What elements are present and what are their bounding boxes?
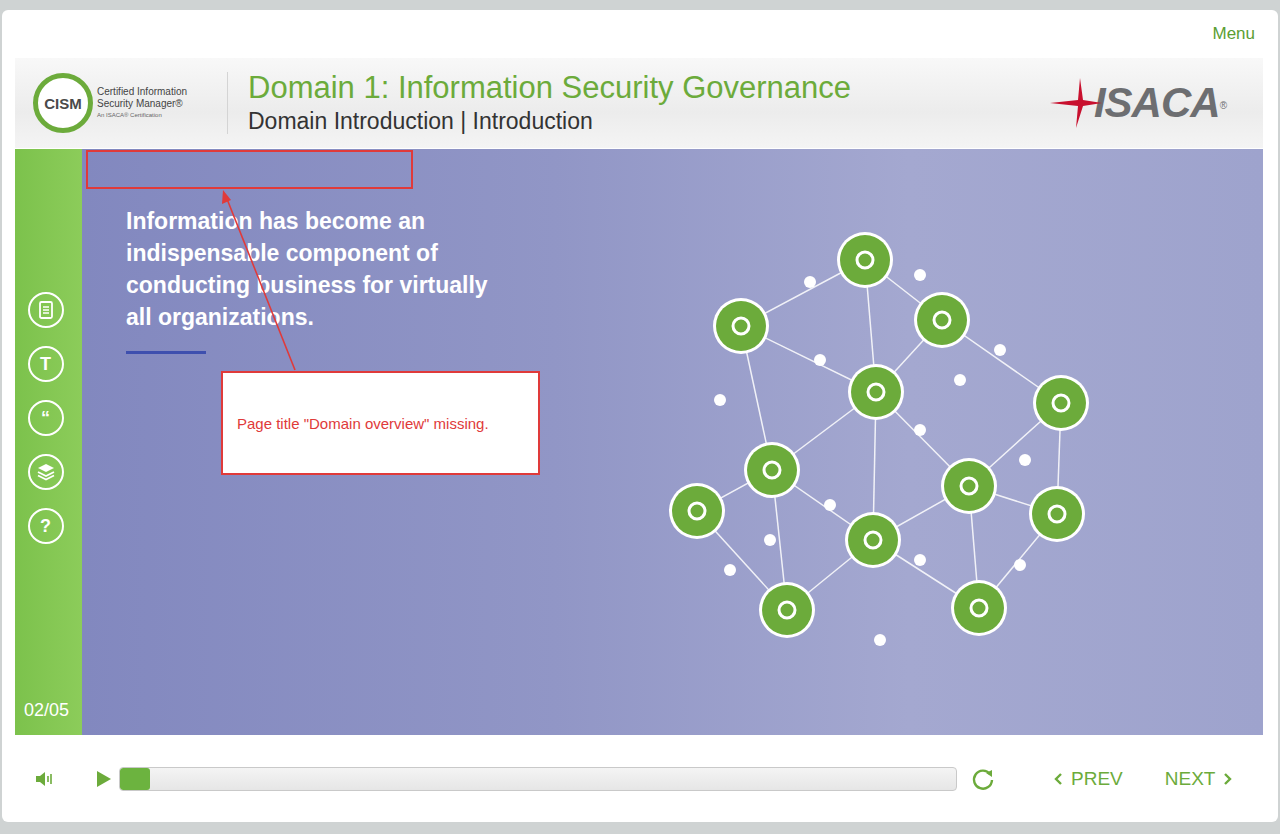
progress-fill [120,768,150,790]
course-header: CISM Certified InformationSecurity Manag… [15,58,1263,148]
cism-line: Security Manager® [97,98,187,110]
top-bar: Menu [15,10,1263,58]
sidebar-tool[interactable]: T [28,346,64,382]
cism-badge: CISM [33,73,93,133]
isaca-logo: ISACA® [1050,78,1227,128]
sidebar-tool[interactable]: “ [28,400,64,436]
slide-statement: Information has become an indispensable … [126,205,506,333]
network-graphic [660,220,1100,660]
sidebar-tool[interactable] [28,454,64,490]
header-titles: Domain 1: Information Security Governanc… [248,70,1050,136]
page: Menu CISM Certified InformationSecurity … [0,0,1280,834]
volume-button[interactable] [27,764,63,794]
course-subtitle: Domain Introduction | Introduction [248,106,1050,136]
sidebar-tool[interactable]: ? [28,508,64,544]
play-button[interactable] [85,764,121,794]
cism-tagline: An ISACA® Certification [97,110,187,120]
prev-button[interactable]: PREV [1047,764,1129,794]
play-icon [94,769,112,789]
tool-glyph: ? [40,517,51,535]
cism-line: Certified Information [97,86,187,98]
chevron-left-icon [1053,772,1063,786]
star-icon [1050,78,1102,128]
speaker-icon [34,769,56,789]
cism-text: Certified InformationSecurity Manager® A… [97,86,187,120]
layers-icon [36,462,56,482]
accent-line [126,351,206,354]
chevron-right-icon [1223,772,1233,786]
annotation-highlight [86,150,413,189]
tool-sidebar: T “? 02/05 [15,149,82,735]
annotation-comment: Page title "Domain overview" missing. [221,371,540,475]
progress-bar[interactable] [119,767,957,791]
slide-text-block: Information has become an indispensable … [82,149,506,354]
replay-button[interactable] [965,764,1001,794]
slide-area: T “? 02/05 Information has become an indi… [15,149,1263,735]
replay-icon [970,766,996,792]
tool-glyph: T [40,355,51,373]
notes-icon [36,300,56,320]
sidebar-tool[interactable] [28,292,64,328]
annotation-arrow [82,149,682,549]
player-controls: PREV NEXT [15,735,1263,822]
next-button[interactable]: NEXT [1159,764,1240,794]
course-player: Menu CISM Certified InformationSecurity … [2,10,1278,822]
header-divider [227,72,228,134]
course-title: Domain 1: Information Security Governanc… [248,70,1050,106]
slide-photo: Information has become an indispensable … [82,149,1263,735]
cism-logo: CISM Certified InformationSecurity Manag… [33,73,211,133]
page-counter: 02/05 [24,700,69,721]
tool-glyph: “ [41,409,50,427]
menu-button[interactable]: Menu [1212,24,1255,44]
